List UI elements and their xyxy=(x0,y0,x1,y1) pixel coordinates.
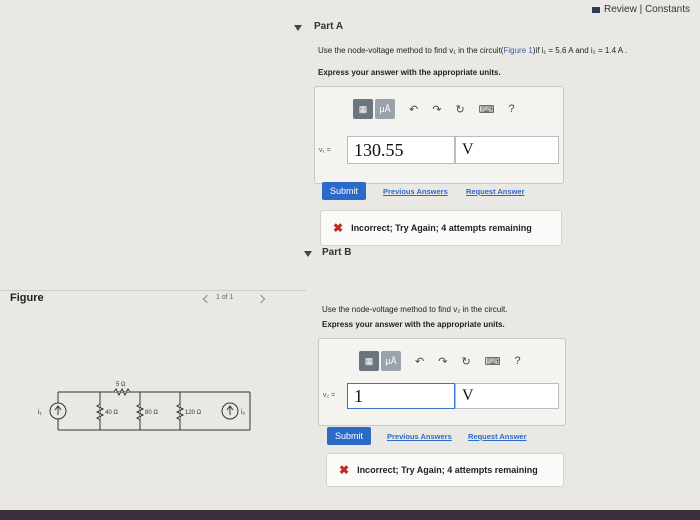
templates-icon[interactable]: ▦ xyxy=(353,99,373,119)
part-a-unit-input[interactable]: V xyxy=(455,136,559,164)
redo-icon[interactable]: ↷ xyxy=(432,103,441,116)
next-figure-icon[interactable] xyxy=(256,294,266,304)
part-a-instruction-text: Use the node-voltage method to find v₁ i… xyxy=(318,46,504,55)
incorrect-icon: ✖ xyxy=(339,463,350,477)
part-a-var-label: v₁ = xyxy=(319,147,331,154)
part-a-express-text: Express your answer with the appropriate… xyxy=(318,68,501,77)
templates-icon[interactable]: ▦ xyxy=(359,351,379,371)
part-a-feedback: ✖ Incorrect; Try Again; 4 attempts remai… xyxy=(320,210,562,246)
bottom-edge xyxy=(0,510,700,520)
circuit-diagram: i₁ i₂ 5 Ω 40 Ω 80 Ω 120 Ω xyxy=(38,382,251,431)
label-i1: i₁ xyxy=(38,409,43,416)
part-b-instruction: Use the node-voltage method to find v₂ i… xyxy=(322,305,508,314)
keyboard-icon[interactable]: ⌨ xyxy=(479,103,495,116)
label-r-top: 5 Ω xyxy=(116,382,126,388)
review-constants-link[interactable]: Review | Constants xyxy=(592,4,690,15)
figure-divider xyxy=(0,290,306,291)
reset-icon[interactable]: ↻ xyxy=(455,103,464,116)
undo-icon[interactable]: ↶ xyxy=(409,103,418,116)
units-button[interactable]: μÅ xyxy=(381,351,401,371)
part-a-value-input[interactable]: 130.55 xyxy=(347,136,455,164)
part-b-answer-box: ▦ μÅ ↶ ↷ ↻ ⌨ ? v₂ = 1 V xyxy=(318,338,566,426)
prev-figure-icon[interactable] xyxy=(202,294,212,304)
review-constants-label: Review | Constants xyxy=(604,4,690,15)
redo-icon[interactable]: ↷ xyxy=(438,355,447,368)
resistor-top xyxy=(113,387,131,397)
keyboard-icon[interactable]: ⌨ xyxy=(485,355,501,368)
part-a-instruction: Use the node-voltage method to find v₁ i… xyxy=(318,46,627,55)
label-r1: 40 Ω xyxy=(105,410,118,416)
part-a-instruction-tail: )if i₁ = 5.6 A and i₂ = 1.4 A . xyxy=(532,46,628,55)
part-b-collapse-icon[interactable] xyxy=(304,251,312,257)
part-b-express: Express your answer with the appropriate… xyxy=(322,320,505,329)
undo-icon[interactable]: ↶ xyxy=(415,355,424,368)
part-a-answer-box: ▦ μÅ ↶ ↷ ↻ ⌨ ? v₁ = 130.55 V xyxy=(314,86,564,184)
part-b-toolbar: ▦ μÅ ↶ ↷ ↻ ⌨ ? xyxy=(359,351,521,371)
label-r2: 80 Ω xyxy=(145,410,158,416)
part-a-feedback-text: Incorrect; Try Again; 4 attempts remaini… xyxy=(351,223,532,233)
part-a-toolbar: ▦ μÅ ↶ ↷ ↻ ⌨ ? xyxy=(353,99,515,119)
resistor-2 xyxy=(135,403,145,421)
part-a-title: Part A xyxy=(314,21,344,32)
part-a-express: Express your answer with the appropriate… xyxy=(318,68,501,77)
part-a-request-answer-link[interactable]: Request Answer xyxy=(466,187,525,196)
figure-1-link[interactable]: Figure 1 xyxy=(503,46,532,55)
incorrect-icon: ✖ xyxy=(333,221,344,235)
label-r3: 120 Ω xyxy=(185,410,202,416)
review-icon xyxy=(592,6,600,13)
part-a-collapse-icon[interactable] xyxy=(294,25,302,31)
resistor-3 xyxy=(175,403,185,421)
part-b-value-input[interactable]: 1 xyxy=(347,383,455,409)
part-b-unit-input[interactable]: V xyxy=(455,383,559,409)
part-b-previous-answers-link[interactable]: Previous Answers xyxy=(387,432,452,441)
label-i2: i₂ xyxy=(241,409,246,416)
help-icon[interactable]: ? xyxy=(515,355,521,367)
resistor-1 xyxy=(95,403,105,421)
units-button[interactable]: μÅ xyxy=(375,99,395,119)
part-a-submit-button[interactable]: Submit xyxy=(322,182,366,200)
part-b-express-text: Express your answer with the appropriate… xyxy=(322,320,505,329)
part-b-var-label: v₂ = xyxy=(323,392,336,399)
part-a-previous-answers-link[interactable]: Previous Answers xyxy=(383,187,448,196)
part-b-feedback-text: Incorrect; Try Again; 4 attempts remaini… xyxy=(357,465,538,475)
figure-pager: 1 of 1 xyxy=(216,294,234,301)
reset-icon[interactable]: ↻ xyxy=(461,355,470,368)
part-b-title: Part B xyxy=(322,247,352,258)
part-b-submit-button[interactable]: Submit xyxy=(327,427,371,445)
part-b-request-answer-link[interactable]: Request Answer xyxy=(468,432,527,441)
figure-title: Figure xyxy=(10,292,44,304)
help-icon[interactable]: ? xyxy=(509,103,515,115)
part-b-feedback: ✖ Incorrect; Try Again; 4 attempts remai… xyxy=(326,453,564,487)
